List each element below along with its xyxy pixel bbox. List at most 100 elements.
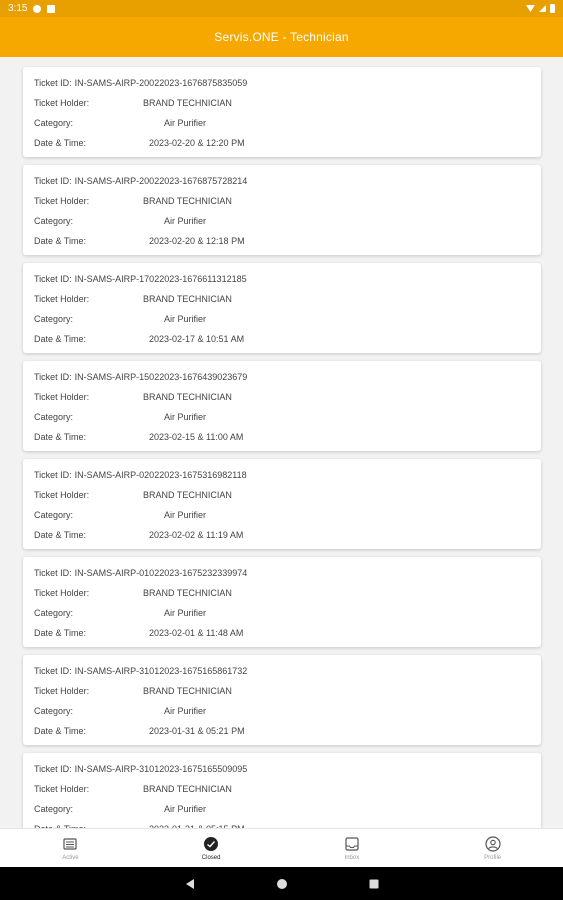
ticket-holder-label: Ticket Holder:: [34, 294, 90, 304]
ticket-holder-row: Ticket Holder: BRAND TECHNICIAN: [34, 783, 232, 795]
category-label: Category:: [34, 608, 74, 618]
inbox-icon: [345, 836, 359, 851]
wifi-icon: [526, 5, 535, 12]
category-label: Category:: [34, 804, 74, 814]
ticket-id-row: Ticket ID: IN-SAMS-AIRP-31012023-16751658…: [34, 665, 247, 677]
ticket-card[interactable]: Ticket ID: IN-SAMS-AIRP-01022023-16752323…: [23, 557, 541, 647]
category-value: Air Purifier: [164, 804, 207, 814]
ticket-card[interactable]: Ticket ID: IN-SAMS-AIRP-31012023-16751655…: [23, 753, 541, 828]
ticket-holder-row: Ticket Holder: BRAND TECHNICIAN: [34, 685, 232, 697]
ticket-holder-label: Ticket Holder:: [34, 588, 90, 598]
nav-label-inbox: Inbox: [344, 854, 360, 861]
ticket-holder-value: BRAND TECHNICIAN: [143, 686, 232, 696]
ticket-holder-value: BRAND TECHNICIAN: [143, 196, 232, 206]
ticket-id-value: IN-SAMS-AIRP-02022023-1675316982118: [74, 470, 247, 480]
ticket-holder-row: Ticket Holder: BRAND TECHNICIAN: [34, 489, 232, 501]
ticket-holder-value: BRAND TECHNICIAN: [143, 490, 232, 500]
nav-label-profile: Profile: [484, 854, 502, 861]
datetime-row: Date & Time: 2023-02-02 & 11:19 AM: [34, 529, 243, 541]
signal-icon: [539, 5, 546, 12]
category-value: Air Purifier: [164, 510, 207, 520]
ticket-holder-row: Ticket Holder: BRAND TECHNICIAN: [34, 293, 232, 305]
ticket-id-label: Ticket ID:: [34, 666, 72, 676]
ticket-id-value: IN-SAMS-AIRP-15022023-1676439023679: [74, 372, 248, 382]
ticket-id-row: Ticket ID: IN-SAMS-AIRP-15022023-16764390…: [34, 371, 247, 383]
ticket-holder-value: BRAND TECHNICIAN: [143, 588, 232, 598]
ticket-id-value: IN-SAMS-AIRP-01022023-1675232339974: [74, 568, 248, 578]
app-title: Servis.ONE - Technician: [214, 30, 349, 44]
category-row: Category: Air Purifier: [34, 411, 206, 423]
category-row: Category: Air Purifier: [34, 607, 206, 619]
ticket-id-row: Ticket ID: IN-SAMS-AIRP-17022023-16766113…: [34, 273, 247, 285]
datetime-row: Date & Time: 2023-02-20 & 12:20 PM: [34, 137, 245, 149]
datetime-value: 2023-02-20 & 12:20 PM: [149, 138, 245, 148]
system-nav-bar: [0, 867, 563, 900]
ticket-id-label: Ticket ID:: [34, 78, 72, 88]
ticket-card[interactable]: Ticket ID: IN-SAMS-AIRP-02022023-16753169…: [23, 459, 541, 549]
ticket-holder-label: Ticket Holder:: [34, 98, 90, 108]
recents-icon[interactable]: [368, 878, 380, 890]
category-row: Category: Air Purifier: [34, 117, 206, 129]
nav-item-inbox[interactable]: Inbox: [282, 829, 423, 867]
category-label: Category:: [34, 216, 74, 226]
ticket-id-row: Ticket ID: IN-SAMS-AIRP-20022023-16768758…: [34, 77, 247, 89]
datetime-value: 2023-01-31 & 05:21 PM: [149, 726, 245, 736]
nav-label-closed: Closed: [201, 854, 221, 861]
ticket-id-row: Ticket ID: IN-SAMS-AIRP-01022023-16752323…: [34, 567, 247, 579]
nav-label-active: Active: [62, 854, 79, 861]
ticket-holder-label: Ticket Holder:: [34, 490, 90, 500]
ticket-id-label: Ticket ID:: [34, 176, 72, 186]
category-value: Air Purifier: [164, 118, 207, 128]
ticket-holder-label: Ticket Holder:: [34, 392, 90, 402]
category-row: Category: Air Purifier: [34, 313, 206, 325]
profile-icon: [485, 835, 501, 852]
ticket-holder-label: Ticket Holder:: [34, 686, 90, 696]
ticket-holder-row: Ticket Holder: BRAND TECHNICIAN: [34, 587, 232, 599]
datetime-value: 2023-02-20 & 12:18 PM: [149, 236, 245, 246]
ticket-id-label: Ticket ID:: [34, 372, 72, 382]
category-value: Air Purifier: [164, 706, 207, 716]
datetime-row: Date & Time: 2023-02-01 & 11:48 AM: [34, 627, 243, 639]
category-row: Category: Air Purifier: [34, 803, 206, 815]
nav-item-active[interactable]: Active: [0, 829, 141, 867]
datetime-label: Date & Time:: [34, 726, 87, 736]
ticket-id-label: Ticket ID:: [34, 764, 72, 774]
ticket-card[interactable]: Ticket ID: IN-SAMS-AIRP-17022023-16766113…: [23, 263, 541, 353]
nav-item-profile[interactable]: Profile: [422, 829, 563, 867]
ticket-id-label: Ticket ID:: [34, 568, 72, 578]
ticket-list[interactable]: Ticket ID: IN-SAMS-AIRP-20022023-16768758…: [0, 57, 563, 828]
bottom-nav: Active Closed Inbox Profile: [0, 828, 563, 867]
ticket-holder-value: BRAND TECHNICIAN: [143, 392, 232, 402]
category-label: Category:: [34, 314, 74, 324]
ticket-id-label: Ticket ID:: [34, 274, 72, 284]
battery-icon: [550, 4, 555, 13]
back-icon[interactable]: [184, 878, 196, 890]
closed-circle-icon: [204, 836, 219, 851]
list-icon: [63, 837, 77, 850]
datetime-row: Date & Time: 2023-02-17 & 10:51 AM: [34, 333, 244, 345]
datetime-label: Date & Time:: [34, 236, 87, 246]
ticket-card[interactable]: Ticket ID: IN-SAMS-AIRP-15022023-16764390…: [23, 361, 541, 451]
datetime-label: Date & Time:: [34, 432, 87, 442]
category-row: Category: Air Purifier: [34, 215, 206, 227]
category-label: Category:: [34, 118, 74, 128]
category-label: Category:: [34, 706, 74, 716]
datetime-value: 2023-02-17 & 10:51 AM: [149, 334, 245, 344]
category-row: Category: Air Purifier: [34, 705, 206, 717]
datetime-value: 2023-02-15 & 11:00 AM: [149, 432, 244, 442]
status-bar: 3:15: [0, 0, 563, 17]
home-icon[interactable]: [276, 878, 288, 890]
category-label: Category:: [34, 412, 74, 422]
ticket-id-row: Ticket ID: IN-SAMS-AIRP-31012023-16751655…: [34, 763, 247, 775]
ticket-card[interactable]: Ticket ID: IN-SAMS-AIRP-20022023-16768758…: [23, 67, 541, 157]
nav-item-closed[interactable]: Closed: [141, 829, 282, 867]
category-value: Air Purifier: [164, 216, 207, 226]
ticket-id-value: IN-SAMS-AIRP-20022023-1676875728214: [74, 176, 248, 186]
datetime-label: Date & Time:: [34, 334, 87, 344]
datetime-label: Date & Time:: [34, 530, 87, 540]
ticket-card[interactable]: Ticket ID: IN-SAMS-AIRP-31012023-16751658…: [23, 655, 541, 745]
ticket-holder-value: BRAND TECHNICIAN: [143, 294, 232, 304]
datetime-value: 2023-02-02 & 11:19 AM: [149, 530, 244, 540]
ticket-card[interactable]: Ticket ID: IN-SAMS-AIRP-20022023-16768757…: [23, 165, 541, 255]
status-time: 3:15: [8, 3, 28, 14]
